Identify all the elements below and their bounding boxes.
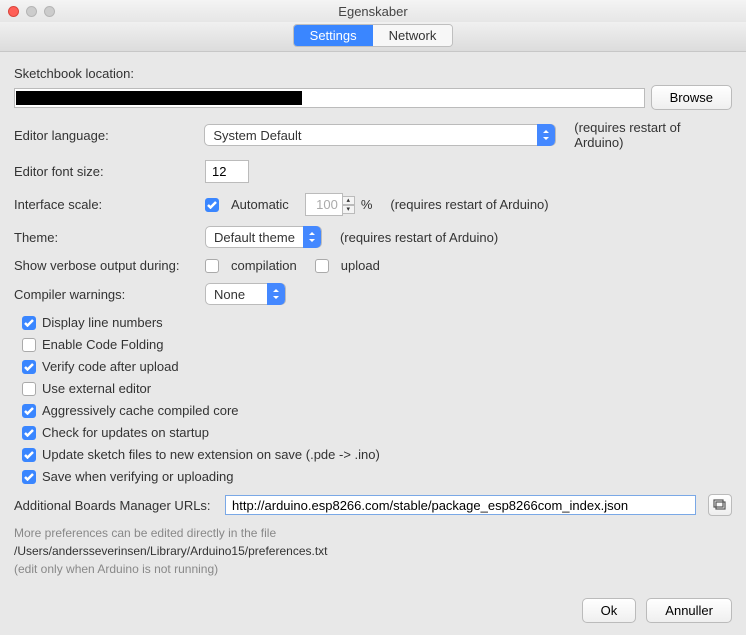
pref-label-2: Verify code after upload xyxy=(42,359,179,374)
pref-row-6: Update sketch files to new extension on … xyxy=(14,447,732,462)
pref-checkbox-6[interactable] xyxy=(22,448,36,462)
tab-network[interactable]: Network xyxy=(373,25,453,46)
open-urls-dialog-button[interactable] xyxy=(708,494,732,516)
editor-language-hint: (requires restart of Arduino) xyxy=(574,120,732,150)
pref-label-3: Use external editor xyxy=(42,381,151,396)
sketchbook-location-value xyxy=(16,91,302,105)
pref-checkbox-1[interactable] xyxy=(22,338,36,352)
interface-scale-input[interactable] xyxy=(305,193,343,216)
pref-label-7: Save when verifying or uploading xyxy=(42,469,234,484)
sketchbook-label: Sketchbook location: xyxy=(14,66,134,81)
editor-font-size-input[interactable] xyxy=(205,160,249,183)
dialog-buttons: Ok Annuller xyxy=(0,586,746,635)
tabbar: Settings Network xyxy=(0,22,746,52)
pref-checkbox-0[interactable] xyxy=(22,316,36,330)
additional-urls-label: Additional Boards Manager URLs: xyxy=(14,498,219,513)
browse-button[interactable]: Browse xyxy=(651,85,732,110)
sketchbook-location-input[interactable] xyxy=(14,88,645,108)
preferences-checklist: Display line numbers Enable Code Folding V… xyxy=(14,315,732,484)
chevron-updown-icon xyxy=(303,226,321,248)
pref-row-7: Save when verifying or uploading xyxy=(14,469,732,484)
verbose-label: Show verbose output during: xyxy=(14,258,199,273)
spinner-up-icon[interactable]: ▴ xyxy=(342,196,355,205)
compiler-warnings-label: Compiler warnings: xyxy=(14,287,199,302)
percent-label: % xyxy=(361,197,373,212)
titlebar: Egenskaber xyxy=(0,0,746,22)
compilation-label: compilation xyxy=(231,258,297,273)
ok-button[interactable]: Ok xyxy=(582,598,637,623)
pref-row-5: Check for updates on startup xyxy=(14,425,732,440)
theme-value: Default theme xyxy=(214,230,295,245)
compiler-warnings-select[interactable]: None xyxy=(205,283,286,305)
pref-label-5: Check for updates on startup xyxy=(42,425,209,440)
window-icon xyxy=(713,499,727,511)
compiler-warnings-value: None xyxy=(214,287,245,302)
pref-checkbox-2[interactable] xyxy=(22,360,36,374)
editor-language-select[interactable]: System Default xyxy=(204,124,556,146)
chevron-updown-icon xyxy=(537,124,555,146)
pref-checkbox-5[interactable] xyxy=(22,426,36,440)
chevron-updown-icon xyxy=(267,283,285,305)
theme-select[interactable]: Default theme xyxy=(205,226,322,248)
spinner-down-icon[interactable]: ▾ xyxy=(342,205,355,214)
interface-scale-hint: (requires restart of Arduino) xyxy=(390,197,548,212)
footer-info: More preferences can be edited directly … xyxy=(14,524,732,578)
interface-scale-spinner[interactable]: ▴▾ xyxy=(305,193,355,216)
window-title: Egenskaber xyxy=(0,4,746,19)
pref-label-4: Aggressively cache compiled core xyxy=(42,403,239,418)
editor-font-label: Editor font size: xyxy=(14,164,199,179)
pref-label-6: Update sketch files to new extension on … xyxy=(42,447,380,462)
editor-language-value: System Default xyxy=(213,128,301,143)
pref-row-3: Use external editor xyxy=(14,381,732,396)
interface-scale-label: Interface scale: xyxy=(14,197,199,212)
pref-checkbox-3[interactable] xyxy=(22,382,36,396)
theme-label: Theme: xyxy=(14,230,199,245)
pref-checkbox-7[interactable] xyxy=(22,470,36,484)
pref-row-1: Enable Code Folding xyxy=(14,337,732,352)
pref-row-2: Verify code after upload xyxy=(14,359,732,374)
automatic-checkbox[interactable] xyxy=(205,198,219,212)
upload-checkbox[interactable] xyxy=(315,259,329,273)
additional-urls-input[interactable] xyxy=(225,495,696,515)
footer-line1: More preferences can be edited directly … xyxy=(14,524,732,542)
automatic-label: Automatic xyxy=(231,197,289,212)
footer-line3: (edit only when Arduino is not running) xyxy=(14,560,732,578)
pref-checkbox-4[interactable] xyxy=(22,404,36,418)
upload-label: upload xyxy=(341,258,380,273)
cancel-button[interactable]: Annuller xyxy=(646,598,732,623)
theme-hint: (requires restart of Arduino) xyxy=(340,230,498,245)
tab-settings[interactable]: Settings xyxy=(294,25,373,46)
compilation-checkbox[interactable] xyxy=(205,259,219,273)
pref-label-0: Display line numbers xyxy=(42,315,163,330)
editor-language-label: Editor language: xyxy=(14,128,198,143)
pref-row-0: Display line numbers xyxy=(14,315,732,330)
pref-label-1: Enable Code Folding xyxy=(42,337,163,352)
footer-path: /Users/andersseverinsen/Library/Arduino1… xyxy=(14,542,732,560)
pref-row-4: Aggressively cache compiled core xyxy=(14,403,732,418)
